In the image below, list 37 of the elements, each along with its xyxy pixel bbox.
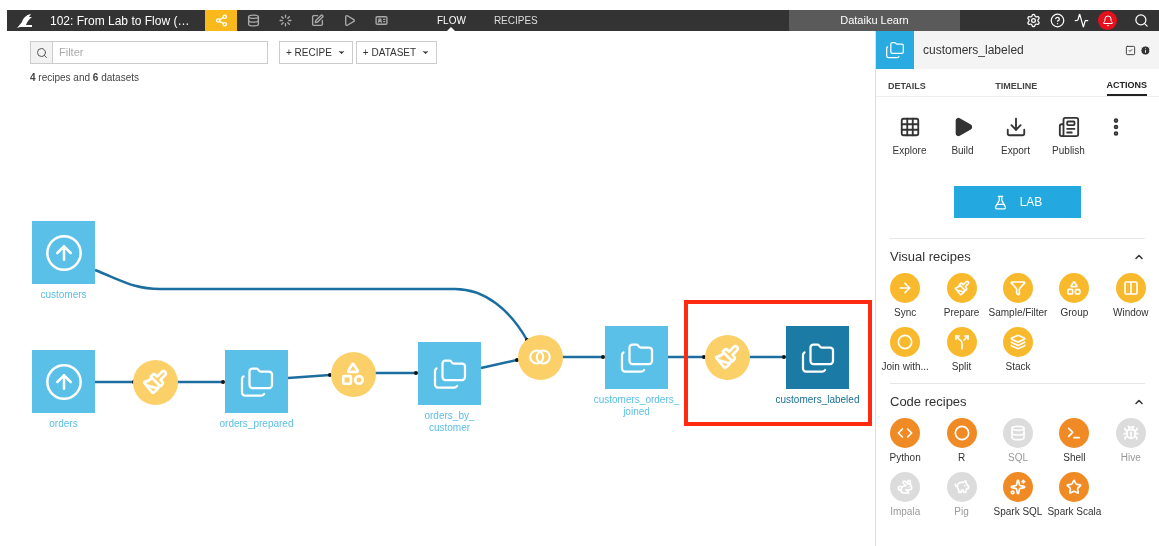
add-menu-button[interactable]: + RECIPE xyxy=(279,41,353,64)
recipe-type-item[interactable]: Spark Scala xyxy=(1046,472,1103,518)
recipe-type-item[interactable]: Split xyxy=(933,327,990,373)
panel-tab[interactable]: DETAILS xyxy=(888,77,926,96)
nav-tab[interactable]: FLOW xyxy=(425,10,478,31)
dataset-label: customers xyxy=(40,289,87,301)
section-title: Visual recipes xyxy=(890,248,971,267)
add-menu-button[interactable]: + DATASET xyxy=(355,41,438,64)
action-button[interactable]: Explore xyxy=(887,116,932,158)
flow-summary: 4 recipes and 6 datasets xyxy=(30,71,140,85)
panel-title: customers_labeled xyxy=(923,42,1024,59)
recipe-type-item[interactable]: Prepare xyxy=(933,273,990,319)
filter-field[interactable]: Filter xyxy=(53,41,268,64)
recipe-type-item[interactable]: Stack xyxy=(990,327,1046,373)
panel-tab[interactable]: TIMELINE xyxy=(995,77,1038,96)
recipe-type-item[interactable]: Join with... xyxy=(877,327,934,373)
recipe-type-item[interactable]: Shell xyxy=(1046,418,1103,464)
dataset-label: orders xyxy=(49,418,78,430)
section-title: Code recipes xyxy=(890,393,967,412)
recipe-type-item[interactable]: Sample/Filter xyxy=(990,273,1046,319)
action-button[interactable]: Export xyxy=(993,116,1038,158)
instance-name: Dataiku Learn xyxy=(789,10,960,31)
dataset-label: orders_by_customer xyxy=(423,410,476,434)
dataset-label: customers_labeled xyxy=(775,394,860,406)
recipe-type-item[interactable]: R xyxy=(933,418,990,464)
project-title[interactable]: 102: From Lab to Flow (… xyxy=(50,11,205,30)
recipe-type-item[interactable]: Sync xyxy=(877,273,934,319)
action-button[interactable]: Publish xyxy=(1046,116,1091,158)
dataset-label: customers_orders_joined xyxy=(592,394,681,418)
recipe-type-item[interactable]: Spark SQL xyxy=(990,472,1046,518)
dataset-label: orders_prepared xyxy=(219,418,294,430)
panel-tab[interactable]: ACTIONS xyxy=(1106,77,1147,96)
nav-tab[interactable]: RECIPES xyxy=(481,10,550,31)
recipe-type-item[interactable]: Python xyxy=(877,418,934,464)
action-button[interactable]: Build xyxy=(940,116,985,158)
recipe-type-item[interactable]: Window xyxy=(1102,273,1159,319)
recipe-type-item[interactable]: Group xyxy=(1046,273,1103,319)
